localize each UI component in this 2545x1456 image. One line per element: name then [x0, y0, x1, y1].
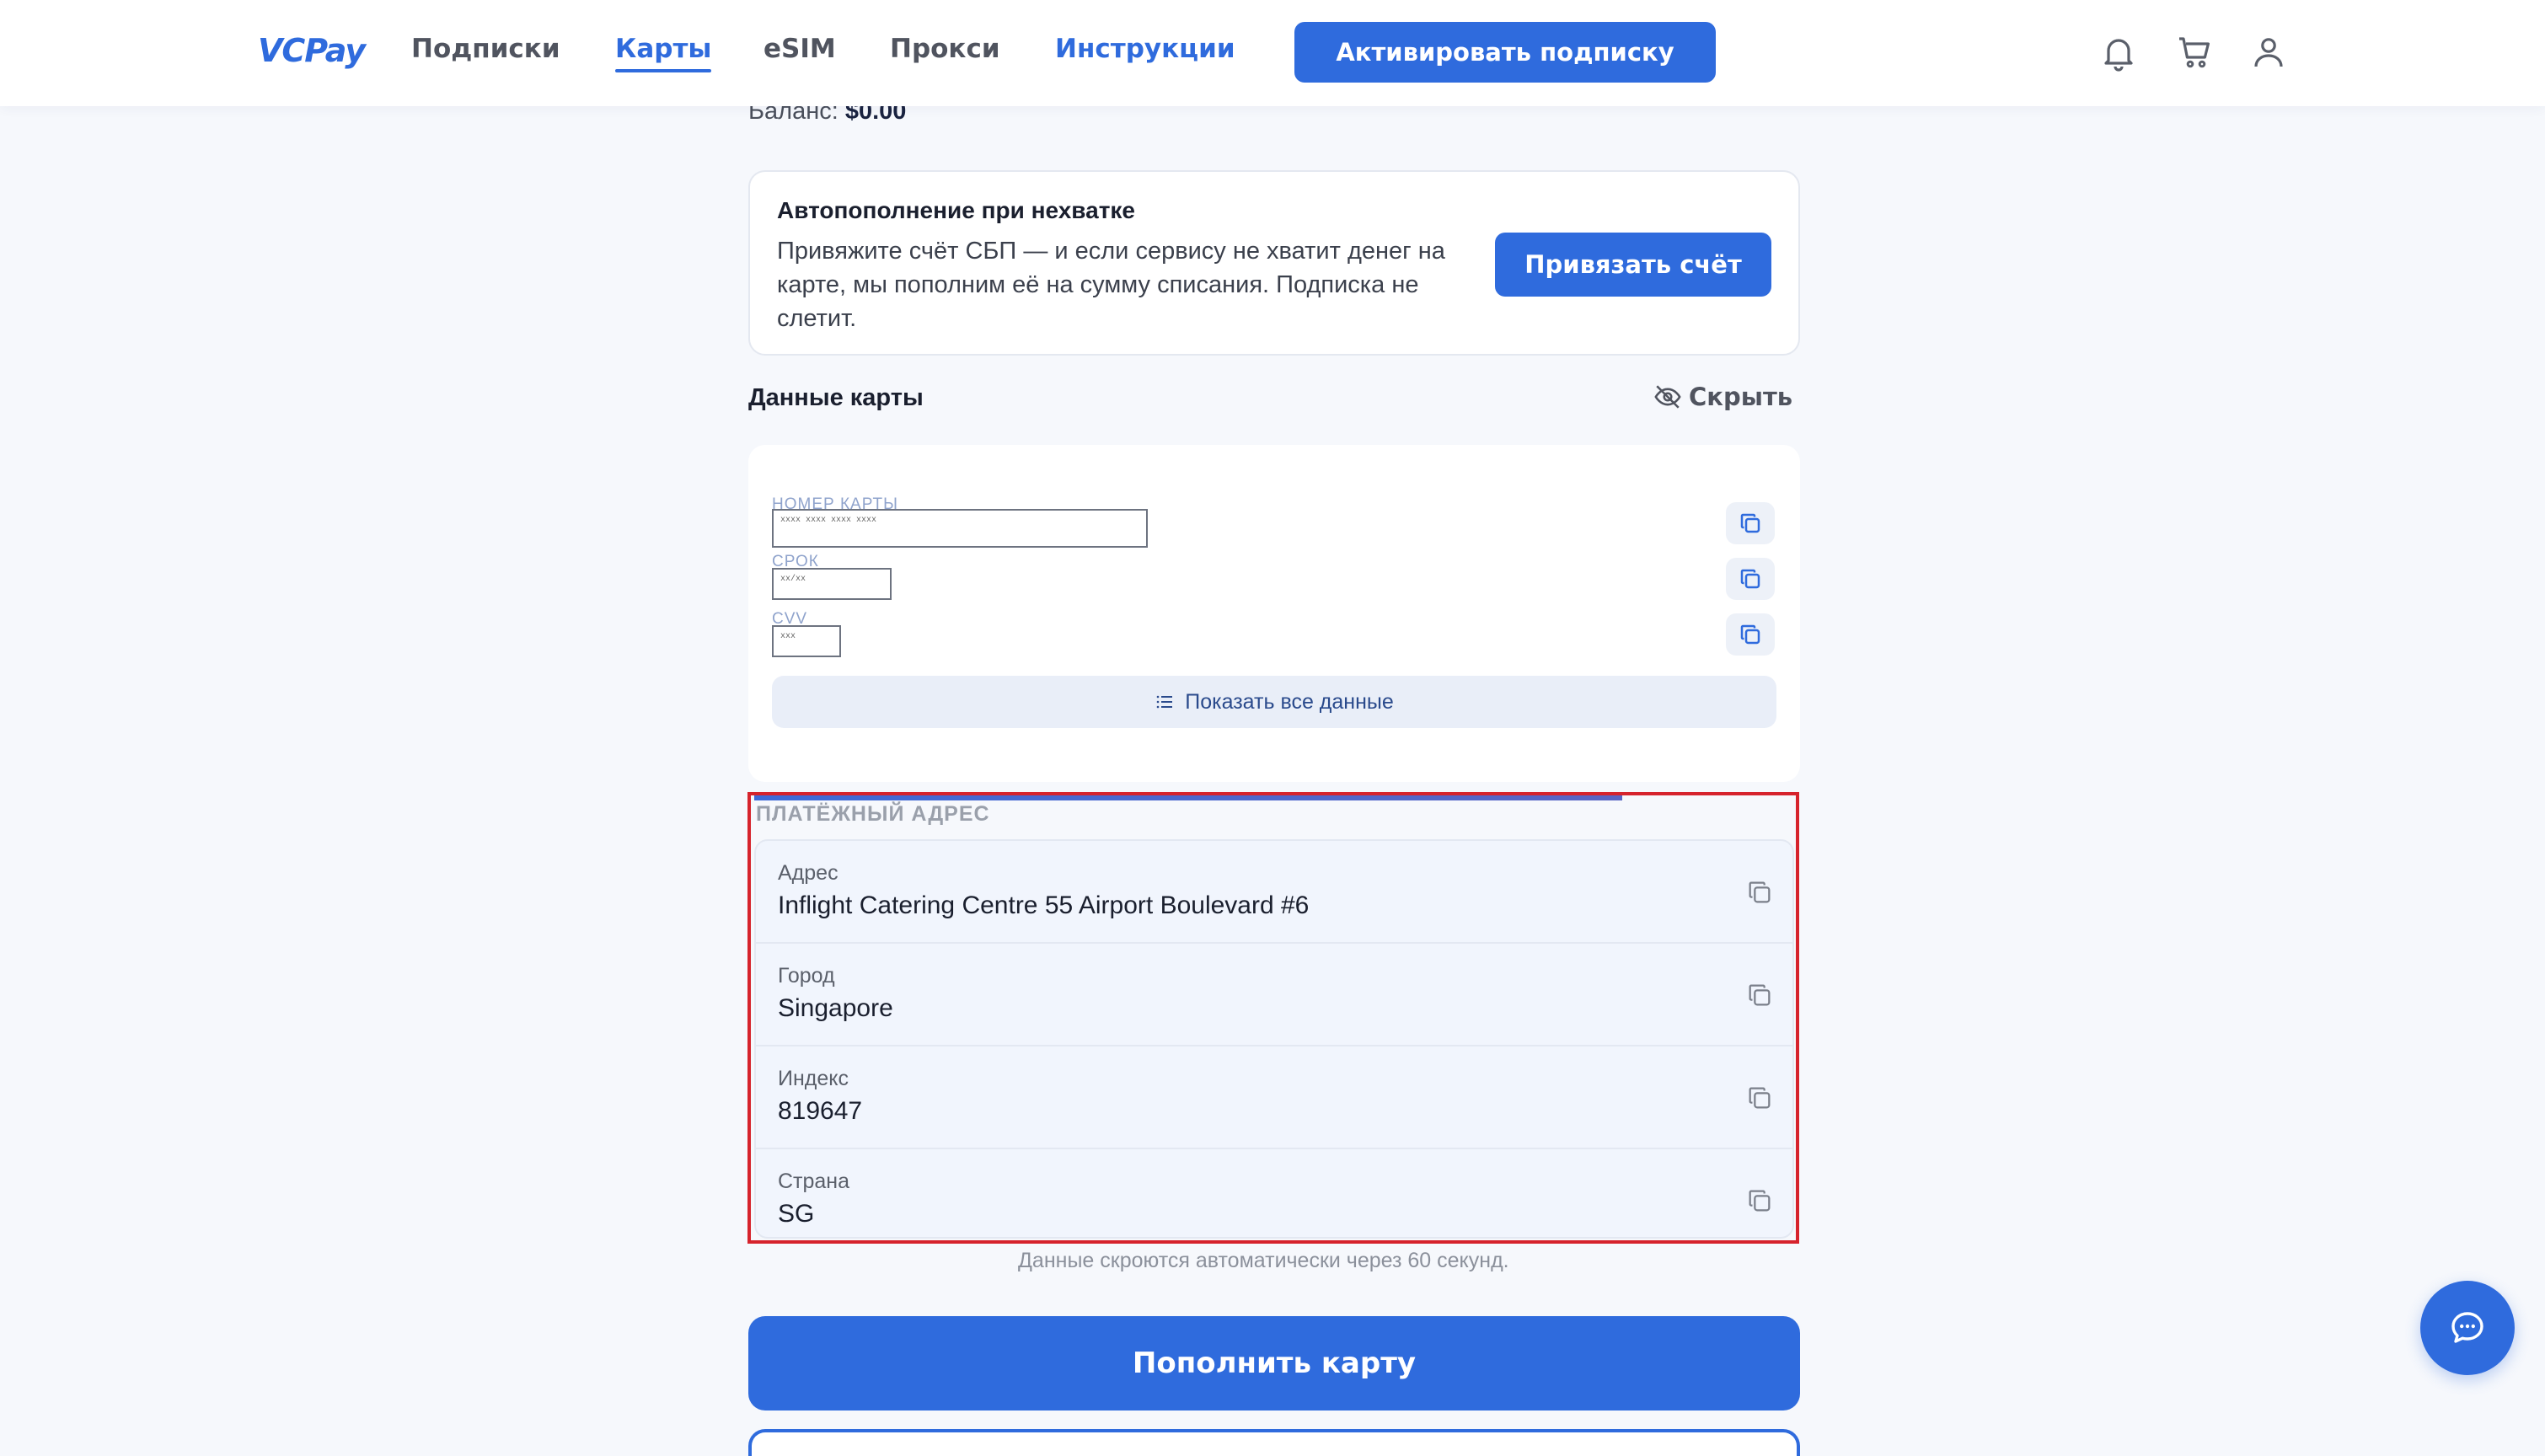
- chat-support-button[interactable]: [2420, 1281, 2515, 1375]
- copy-icon: [1740, 513, 1760, 533]
- billing-address-title: ПЛАТЁЖНЫЙ АДРЕС: [756, 802, 990, 826]
- copy-icon[interactable]: [1745, 981, 1774, 1009]
- billing-address-section: ПЛАТЁЖНЫЙ АДРЕС Адрес Inflight Catering …: [747, 792, 1799, 1244]
- nav-instructions[interactable]: Инструкции: [1055, 34, 1235, 64]
- vcpay-logo[interactable]: VCPay: [258, 32, 366, 69]
- cart-icon[interactable]: [2174, 32, 2215, 72]
- auto-hide-note: Данные скроются автоматически через 60 с…: [1018, 1249, 1509, 1272]
- chat-bubble-icon: [2451, 1312, 2483, 1343]
- cvv-field[interactable]: xxx: [772, 625, 841, 657]
- hide-card-data-button[interactable]: Скрыть: [1653, 383, 1792, 411]
- top-nav-bar: VCPay Подписки Карты eSIM Прокси Инструк…: [0, 0, 2545, 106]
- expiry-field[interactable]: xx/xx: [772, 568, 892, 600]
- zip-value: 819647: [778, 1097, 863, 1125]
- zip-row: Индекс 819647: [756, 1046, 1792, 1149]
- topup-card-button[interactable]: Пополнить карту: [748, 1316, 1800, 1410]
- user-icon[interactable]: [2248, 32, 2289, 72]
- city-value: Singapore: [778, 994, 893, 1022]
- show-all-data-button[interactable]: Показать все данные: [772, 676, 1776, 728]
- country-label: Страна: [778, 1170, 850, 1193]
- card-number-field[interactable]: xxxx xxxx xxxx xxxx: [772, 509, 1148, 548]
- address-label: Адрес: [778, 861, 839, 885]
- eye-off-icon: [1654, 385, 1681, 409]
- copy-icon: [1740, 624, 1760, 645]
- copy-icon: [1740, 569, 1760, 589]
- nav-subscriptions[interactable]: Подписки: [411, 34, 560, 64]
- activate-subscription-button[interactable]: Активировать подписку: [1294, 22, 1716, 83]
- card-data-title: Данные карты: [748, 384, 924, 411]
- nav-esim[interactable]: eSIM: [764, 34, 836, 64]
- city-row: Город Singapore: [756, 944, 1792, 1046]
- city-label: Город: [778, 964, 835, 988]
- show-all-label: Показать все данные: [1185, 689, 1394, 714]
- hide-label: Скрыть: [1689, 383, 1793, 411]
- card-details-panel: НОМЕР КАРТЫ xxxx xxxx xxxx xxxx СРОК xx/…: [748, 445, 1800, 782]
- address-row: Адрес Inflight Catering Centre 55 Airpor…: [756, 841, 1792, 944]
- copy-card-number-button[interactable]: [1726, 502, 1775, 544]
- link-account-button[interactable]: Привязать счёт: [1495, 233, 1771, 297]
- secondary-outline-button[interactable]: [748, 1429, 1800, 1456]
- copy-expiry-button[interactable]: [1726, 558, 1775, 600]
- copy-icon[interactable]: [1745, 1084, 1774, 1112]
- auto-topup-title: Автопополнение при нехватке: [777, 197, 1136, 223]
- auto-topup-card: Автопополнение при нехватке Привяжите сч…: [748, 170, 1800, 356]
- list-icon: [1156, 695, 1173, 709]
- billing-address-list: Адрес Inflight Catering Centre 55 Airpor…: [754, 839, 1794, 1239]
- zip-label: Индекс: [778, 1067, 849, 1090]
- country-value: SG: [778, 1200, 815, 1228]
- auto-hide-progress-bar: [754, 795, 1622, 800]
- nav-cards[interactable]: Карты: [615, 34, 712, 72]
- nav-proxy[interactable]: Прокси: [890, 34, 1000, 64]
- copy-icon[interactable]: [1745, 1186, 1774, 1215]
- bell-icon[interactable]: [2098, 32, 2139, 72]
- country-row: Страна SG: [756, 1149, 1792, 1237]
- auto-topup-description: Привяжите счёт СБП — и если сервису не х…: [777, 238, 1445, 332]
- copy-cvv-button[interactable]: [1726, 613, 1775, 656]
- address-value: Inflight Catering Centre 55 Airport Boul…: [778, 891, 1310, 919]
- copy-icon[interactable]: [1745, 878, 1774, 907]
